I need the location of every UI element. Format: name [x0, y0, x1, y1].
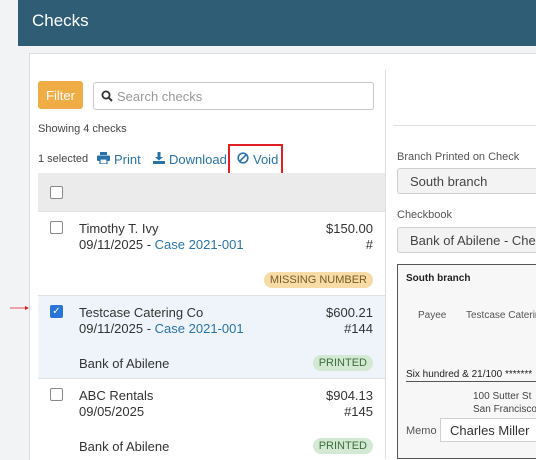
- search-placeholder: Search checks: [117, 89, 203, 104]
- download-link[interactable]: Download: [153, 152, 227, 167]
- selected-count: 1 selected: [38, 153, 89, 165]
- table-header: [38, 173, 385, 212]
- payee-value: Testcase Caterin: [466, 310, 536, 321]
- ban-icon: [237, 152, 249, 167]
- status-badge: PRINTED: [312, 355, 373, 371]
- check-number: #145: [344, 404, 373, 419]
- check-amount: $150.00: [326, 221, 373, 236]
- check-date: 09/11/2025 - Case 2021-001: [79, 321, 244, 336]
- row-divider: [38, 378, 385, 379]
- check-number: #144: [344, 321, 373, 336]
- print-label: Print: [114, 152, 141, 167]
- page-title: Checks: [32, 11, 89, 30]
- check-amount: $600.21: [326, 305, 373, 320]
- branch-label: Branch Printed on Check: [397, 151, 520, 163]
- amount-words: Six hundred & 21/100 *******: [406, 369, 533, 380]
- payee-name: ABC Rentals: [79, 388, 154, 403]
- amount-underline: [406, 381, 536, 382]
- bank-name: Bank of Abilene: [79, 356, 170, 371]
- check-date: 09/11/2025 - Case 2021-001: [79, 237, 244, 252]
- checkbook-select[interactable]: Bank of Abilene - Checkin: [397, 227, 536, 253]
- page-header: [18, 0, 536, 46]
- row-divider: [38, 211, 385, 212]
- case-link[interactable]: Case 2021-001: [155, 237, 244, 252]
- void-link[interactable]: Void: [237, 152, 278, 167]
- preview-branch: South branch: [406, 273, 471, 284]
- showing-count: Showing 4 checks: [38, 123, 127, 135]
- row-checkbox[interactable]: [50, 388, 63, 401]
- row-checkbox[interactable]: [50, 221, 63, 234]
- column-divider: [385, 70, 386, 459]
- printer-icon: [97, 152, 110, 167]
- panel-divider: [393, 125, 536, 126]
- address-line1: 100 Sutter St: [473, 391, 532, 402]
- memo-label: Memo: [406, 425, 437, 437]
- bank-name: Bank of Abilene: [79, 439, 170, 454]
- memo-field[interactable]: Charles Miller: [440, 418, 536, 442]
- filter-button[interactable]: Filter: [38, 81, 83, 109]
- print-link[interactable]: Print: [97, 152, 141, 167]
- download-icon: [153, 152, 165, 167]
- select-all-checkbox[interactable]: [50, 186, 63, 199]
- check-amount: $904.13: [326, 388, 373, 403]
- row-checkbox-checked[interactable]: ✓: [50, 305, 63, 318]
- void-label: Void: [253, 152, 279, 167]
- payee-name: Timothy T. Ivy: [79, 221, 159, 236]
- search-icon: [101, 89, 113, 107]
- checkbook-label: Checkbook: [397, 209, 453, 221]
- download-label: Download: [169, 152, 227, 167]
- check-number: #: [365, 237, 373, 252]
- status-badge: MISSING NUMBER: [263, 272, 373, 288]
- case-link[interactable]: Case 2021-001: [155, 321, 244, 336]
- payee-name: Testcase Catering Co: [79, 305, 204, 320]
- branch-select[interactable]: South branch: [397, 168, 536, 194]
- payee-label: Payee: [418, 310, 447, 321]
- address-line2: San Francisco,: [473, 404, 536, 415]
- check-date: 09/05/2025: [79, 404, 145, 419]
- status-badge: PRINTED: [312, 438, 373, 454]
- pointer-arrow-icon: [10, 306, 29, 310]
